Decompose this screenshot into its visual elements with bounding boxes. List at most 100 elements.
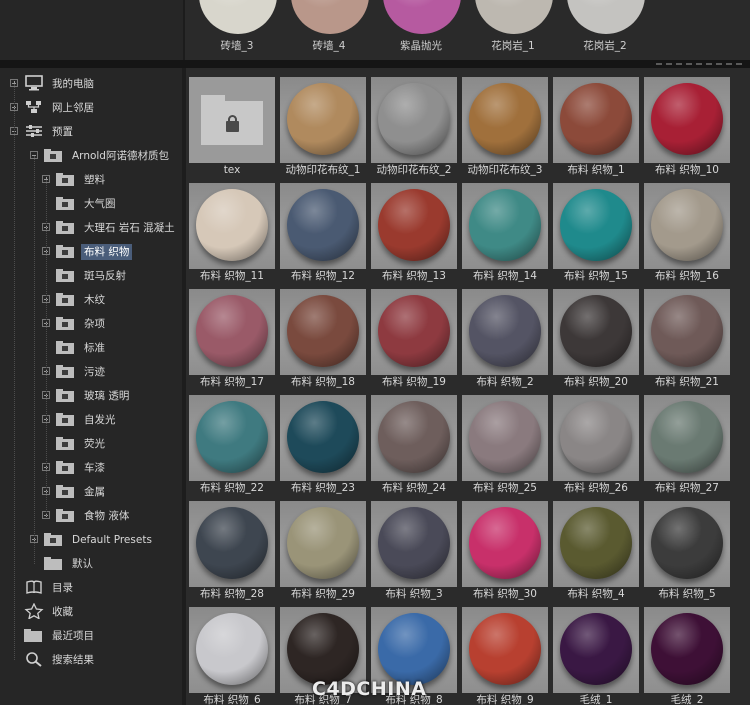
material-thumbnail[interactable]: 布料 织物_6 <box>189 607 275 705</box>
network-icon <box>24 99 44 115</box>
material-thumbnail[interactable]: 砖墙_3 <box>192 0 282 58</box>
tree-item[interactable]: 大理石 岩石 混凝土 <box>0 217 182 239</box>
material-thumbnail[interactable]: 布料 织物_23 <box>280 395 366 495</box>
material-thumbnail[interactable]: 布料 织物_11 <box>189 183 275 283</box>
material-thumbnail[interactable]: 布料 织物_3 <box>371 501 457 601</box>
material-label: 布料 织物_18 <box>280 375 366 389</box>
material-thumbnail[interactable]: 布料 织物_26 <box>553 395 639 495</box>
tree-item[interactable]: Arnold阿诺德材质包 <box>0 145 182 167</box>
panel-divider[interactable] <box>0 60 750 68</box>
material-thumbnail[interactable]: 布料 织物_18 <box>280 289 366 389</box>
material-thumbnail[interactable]: 动物印花布纹_3 <box>462 77 548 177</box>
material-thumbnail[interactable]: 布料 织物_30 <box>462 501 548 601</box>
material-thumbnail[interactable]: 布料 织物_4 <box>553 501 639 601</box>
material-label: 布料 织物_14 <box>462 269 548 283</box>
material-label: 布料 织物_28 <box>189 587 275 601</box>
material-label: 布料 织物_25 <box>462 481 548 495</box>
material-thumbnail[interactable]: 毛绒_1 <box>553 607 639 705</box>
material-thumbnail[interactable]: 布料 织物_1 <box>553 77 639 177</box>
material-thumbnail[interactable]: 布料 织物_13 <box>371 183 457 283</box>
sphere-shading <box>560 401 632 473</box>
locked-folder-icon <box>56 245 74 258</box>
material-thumbnail[interactable]: 紫晶抛光 <box>376 0 466 58</box>
material-label: 动物印花布纹_3 <box>462 163 548 177</box>
tree-item[interactable]: 自发光 <box>0 409 182 431</box>
sphere-shading <box>196 401 268 473</box>
material-thumbnail[interactable]: 布料 织物_10 <box>644 77 730 177</box>
material-thumbnail[interactable]: 布料 织物_28 <box>189 501 275 601</box>
material-thumbnail[interactable]: 花岗岩_2 <box>560 0 650 58</box>
material-thumbnail[interactable]: 布料 织物_24 <box>371 395 457 495</box>
tree-item[interactable]: 木纹 <box>0 289 182 311</box>
material-thumbnail[interactable]: 布料 织物_12 <box>280 183 366 283</box>
material-thumbnail[interactable]: 砖墙_4 <box>284 0 374 58</box>
material-thumbnail[interactable]: 动物印花布纹_1 <box>280 77 366 177</box>
material-thumbnail[interactable]: 布料 织物_22 <box>189 395 275 495</box>
tree-item[interactable]: 我的电脑 <box>0 73 182 95</box>
material-thumbnail[interactable]: 布料 织物_25 <box>462 395 548 495</box>
watermark-text: C4DCHINA <box>312 678 427 700</box>
material-label: 布料 织物_12 <box>280 269 366 283</box>
tree-item[interactable]: 布料 织物 <box>0 241 182 263</box>
tree-item[interactable]: 污迹 <box>0 361 182 383</box>
material-thumbnail[interactable]: 花岗岩_1 <box>468 0 558 58</box>
material-thumbnail[interactable]: 布料 织物_20 <box>553 289 639 389</box>
tree-item[interactable]: 荧光 <box>0 433 182 455</box>
tree-item[interactable]: 杂项 <box>0 313 182 335</box>
material-thumbnail[interactable]: 布料 织物_29 <box>280 501 366 601</box>
material-label: 布料 织物_23 <box>280 481 366 495</box>
sphere-shading <box>196 295 268 367</box>
tree-item[interactable]: Default Presets <box>0 529 182 551</box>
tree-item-label: 最近项目 <box>52 630 94 642</box>
presets-icon <box>24 123 44 139</box>
sphere-shading <box>196 613 268 685</box>
divider-grip[interactable] <box>656 63 746 65</box>
tex-folder-tile[interactable]: tex <box>189 77 275 177</box>
tree-item[interactable]: 大气圈 <box>0 193 182 215</box>
tree-item[interactable]: 默认 <box>0 553 182 575</box>
tree-item-label: 收藏 <box>52 606 73 618</box>
material-label: 布料 织物_20 <box>553 375 639 389</box>
locked-folder-icon <box>56 413 74 426</box>
material-thumbnail[interactable]: 布料 织物_17 <box>189 289 275 389</box>
tree-guide-line <box>46 180 48 516</box>
material-thumbnail[interactable]: 布料 织物_21 <box>644 289 730 389</box>
locked-folder-icon <box>56 269 74 282</box>
tree-item[interactable]: 收藏 <box>0 601 182 623</box>
sphere-shading <box>196 507 268 579</box>
tree-item[interactable]: 目录 <box>0 577 182 599</box>
material-thumbnail[interactable]: 布料 织物_14 <box>462 183 548 283</box>
material-thumbnail[interactable]: 布料 织物_27 <box>644 395 730 495</box>
tree-item-label: 塑料 <box>84 174 105 186</box>
sphere-shading <box>196 189 268 261</box>
tree-item[interactable]: 金属 <box>0 481 182 503</box>
tree-item-label: 标准 <box>84 342 105 354</box>
tree-item[interactable]: 塑料 <box>0 169 182 191</box>
material-thumbnail[interactable]: 布料 织物_2 <box>462 289 548 389</box>
material-thumbnail[interactable]: 动物印花布纹_2 <box>371 77 457 177</box>
tree-item[interactable]: 网上邻居 <box>0 97 182 119</box>
panel-splitter[interactable] <box>183 0 185 60</box>
tree-item[interactable]: 玻璃 透明 <box>0 385 182 407</box>
tree-item[interactable]: 标准 <box>0 337 182 359</box>
tree-item[interactable]: 斑马反射 <box>0 265 182 287</box>
material-thumbnail[interactable]: 毛绒_2 <box>644 607 730 705</box>
tree-item[interactable]: 食物 液体 <box>0 505 182 527</box>
tree-item[interactable]: 搜索结果 <box>0 649 182 671</box>
tree-item[interactable]: 最近项目 <box>0 625 182 647</box>
material-thumbnail[interactable]: 布料 织物_15 <box>553 183 639 283</box>
material-thumbnail[interactable]: 布料 织物_16 <box>644 183 730 283</box>
material-thumbnail[interactable]: 布料 织物_5 <box>644 501 730 601</box>
tree-item[interactable]: 车漆 <box>0 457 182 479</box>
star-icon <box>24 602 44 620</box>
sphere-shading <box>469 401 541 473</box>
material-label: 布料 织物_22 <box>189 481 275 495</box>
material-label: 砖墙_3 <box>220 40 254 52</box>
sphere-shading <box>560 507 632 579</box>
sphere-shading <box>651 507 723 579</box>
material-thumbnail[interactable]: 布料 织物_9 <box>462 607 548 705</box>
sphere-shading <box>469 507 541 579</box>
material-thumbnail[interactable]: 布料 织物_19 <box>371 289 457 389</box>
locked-folder-icon <box>56 485 74 498</box>
tree-item[interactable]: 预置 <box>0 121 182 143</box>
